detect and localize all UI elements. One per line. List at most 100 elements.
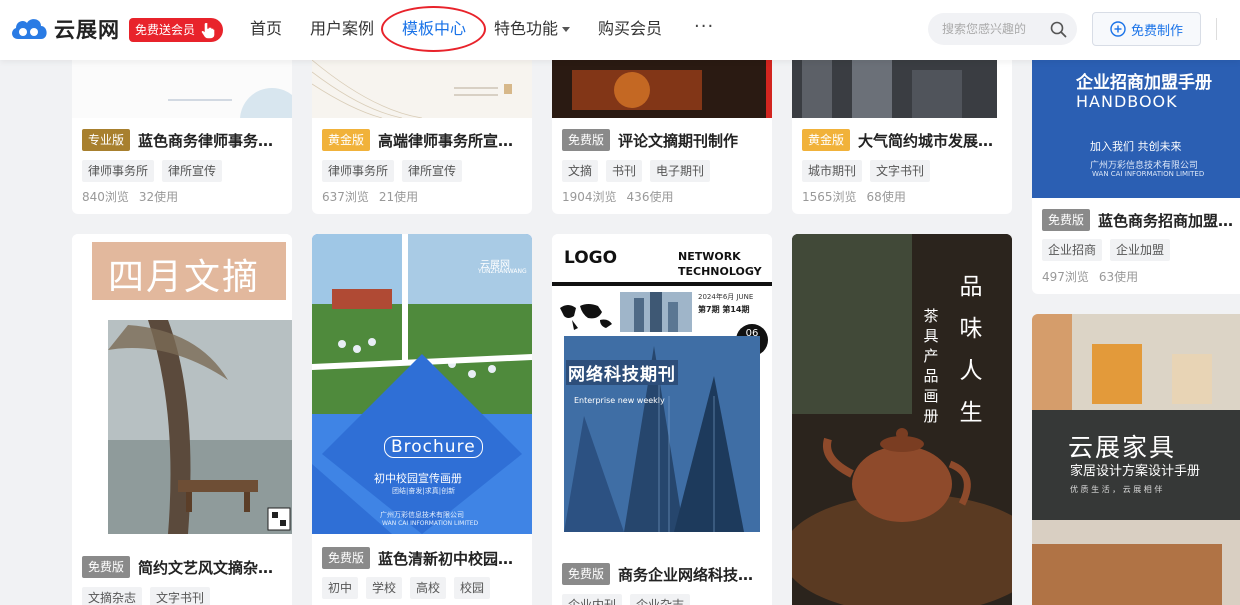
cloud-logo-icon <box>12 19 47 39</box>
search-icon[interactable] <box>1050 21 1067 38</box>
card-title[interactable]: 蓝色清新初中校园… <box>378 548 513 569</box>
search-input[interactable] <box>942 20 1046 38</box>
nav-buy-membership[interactable]: 购买会员 <box>598 18 662 40</box>
template-card[interactable]: 专业版 蓝色商务律师事务… 律师事务所 律所宣传 840浏览 32使用 <box>72 40 292 214</box>
tag[interactable]: 律所宣传 <box>402 160 463 182</box>
nav-home[interactable]: 首页 <box>250 18 282 40</box>
plus-circle-icon <box>1110 21 1126 37</box>
version-badge: 黄金版 <box>322 129 371 151</box>
tag[interactable]: 企业杂志 <box>630 594 691 605</box>
template-card[interactable]: 黄金版 高端律师事务所宣… 律师事务所 律所宣传 637浏览 21使用 <box>312 40 532 214</box>
version-badge: 黄金版 <box>802 129 851 151</box>
cover-logo-text: LOGO <box>564 248 618 268</box>
card-title[interactable]: 大气简约城市发展… <box>858 130 993 151</box>
cover-rule <box>552 282 772 286</box>
cover-slogan: 加入我们 共创未来 <box>1090 140 1182 153</box>
template-thumbnail: 云展网 YUNZHANWANG Brochure 初中校园宣传画册 团结|奋发|… <box>312 234 532 534</box>
template-card[interactable]: 四月文摘 免费版 简约文艺风文摘杂… 文摘杂志 文字书刊 <box>72 234 292 605</box>
cover-title: 云展家具 <box>1068 433 1177 462</box>
cover-company-en: WAN CAI INFORMATION LIMITED <box>382 520 479 527</box>
template-card[interactable]: 云展网 YUNZHANWANG Brochure 初中校园宣传画册 团结|奋发|… <box>312 234 532 605</box>
tag[interactable]: 企业招商 <box>1042 239 1103 261</box>
card-title-row: 黄金版 大气简约城市发展… <box>802 129 1007 151</box>
caret-down-icon <box>562 27 571 32</box>
card-title-row: 免费版 蓝色商务招商加盟… <box>1042 209 1237 231</box>
tag[interactable]: 书刊 <box>606 160 643 182</box>
site-logo[interactable]: 云展网 <box>8 14 120 44</box>
tag-list: 文摘杂志 文字书刊 <box>82 587 218 605</box>
template-card[interactable]: 免费版 评论文摘期刊制作 文摘 书刊 电子期刊 1904浏览 436使用 <box>552 40 772 214</box>
cover-en-subtitle: Enterprise new weekly <box>574 396 665 405</box>
tag[interactable]: 律所宣传 <box>162 160 223 182</box>
card-title-row: 黄金版 高端律师事务所宣… <box>322 129 527 151</box>
world-map-icon <box>560 304 612 330</box>
cover-title: 网络科技期刊 <box>566 360 678 385</box>
card-title[interactable]: 蓝色商务招商加盟… <box>1098 210 1233 231</box>
tag-list: 城市期刊 文字书刊 <box>802 160 938 182</box>
tag[interactable]: 校园 <box>454 577 491 599</box>
use-count: 68使用 <box>866 190 906 204</box>
card-title[interactable]: 商务企业网络科技… <box>618 564 753 585</box>
template-thumbnail: 企业招商加盟手册 HANDBOOK 加入我们 共创未来 广州万彩信息技术有限公司… <box>1032 40 1240 198</box>
template-card[interactable]: 品 味 人 生 茶具产品画册 <box>792 234 1012 605</box>
card-title[interactable]: 蓝色商务律师事务… <box>138 130 273 151</box>
template-card[interactable]: 企业招商加盟手册 HANDBOOK 加入我们 共创未来 广州万彩信息技术有限公司… <box>1032 40 1240 294</box>
cover-motto: 团结|奋发|求真|创新 <box>392 487 456 495</box>
template-card[interactable]: 黄金版 大气简约城市发展… 城市期刊 文字书刊 1565浏览 68使用 <box>792 40 1012 214</box>
version-badge: 专业版 <box>82 129 131 151</box>
cover-slogan: 优 质 生 活 ， 云 展 相 伴 <box>1070 485 1163 494</box>
tag[interactable]: 学校 <box>366 577 403 599</box>
template-card[interactable]: 云展家具 家居设计方案设计手册 优 质 生 活 ， 云 展 相 伴 <box>1032 314 1240 605</box>
cover-date: 2024年6月 JUNE <box>698 293 754 301</box>
create-label: 免费制作 <box>1130 23 1183 39</box>
cover-title: 企业招商加盟手册 <box>1076 73 1212 93</box>
tag[interactable]: 文摘 <box>562 160 599 182</box>
tag-list: 律师事务所 律所宣传 <box>322 160 470 182</box>
tag[interactable]: 企业内刊 <box>562 594 623 605</box>
card-title[interactable]: 高端律师事务所宣… <box>378 130 513 151</box>
tree-lake-photo <box>108 320 292 534</box>
free-create-button[interactable]: 免费制作 <box>1092 12 1201 46</box>
use-count: 32使用 <box>138 190 179 204</box>
tag[interactable]: 初中 <box>322 577 359 599</box>
cover-subtitle: HANDBOOK <box>1076 92 1178 111</box>
cover-title: Brochure <box>384 436 483 458</box>
tag[interactable]: 电子期刊 <box>650 160 711 182</box>
tag[interactable]: 高校 <box>410 577 447 599</box>
card-title[interactable]: 评论文摘期刊制作 <box>618 130 738 151</box>
template-card[interactable]: LOGO NETWORK TECHNOLOGY 2024年6月 JUNE 第7期… <box>552 234 772 605</box>
tag-list: 律师事务所 律所宣传 <box>82 160 230 182</box>
card-title[interactable]: 简约文艺风文摘杂… <box>138 557 273 578</box>
use-count: 436使用 <box>626 190 674 204</box>
nav-features[interactable]: 特色功能 <box>494 18 571 40</box>
free-membership-badge[interactable]: 免费送会员 <box>129 18 224 42</box>
tag-list: 初中 学校 高校 校园 <box>322 577 498 599</box>
cover-brand-en: YUNZHANWANG <box>478 268 527 275</box>
tag[interactable]: 律师事务所 <box>82 160 155 182</box>
version-badge: 免费版 <box>562 563 611 585</box>
view-count: 497浏览 <box>1042 270 1089 284</box>
skyscraper-thumbnail <box>620 292 692 332</box>
cover-subtitle: 家居设计方案设计手册 <box>1070 464 1201 479</box>
card-stats: 840浏览 32使用 <box>82 188 188 205</box>
logo-text: 云展网 <box>54 18 120 42</box>
tag[interactable]: 文摘杂志 <box>82 587 143 605</box>
card-title-row: 免费版 蓝色清新初中校园… <box>322 547 527 569</box>
tag[interactable]: 城市期刊 <box>802 160 863 182</box>
view-count: 1904浏览 <box>562 190 617 204</box>
tag[interactable]: 文字书刊 <box>870 160 931 182</box>
more-icon[interactable]: ··· <box>694 16 714 37</box>
tag-list: 企业招商 企业加盟 <box>1042 239 1178 261</box>
template-thumbnail: LOGO NETWORK TECHNOLOGY 2024年6月 JUNE 第7期… <box>552 234 772 550</box>
nav-user-cases[interactable]: 用户案例 <box>310 18 374 40</box>
tag[interactable]: 企业加盟 <box>1110 239 1171 261</box>
tag[interactable]: 律师事务所 <box>322 160 395 182</box>
version-badge: 免费版 <box>1042 209 1091 231</box>
view-count: 840浏览 <box>82 190 129 204</box>
top-navbar: 云展网 免费送会员 首页 用户案例 模板中心 特色功能 购买会员 ··· 免费制… <box>0 0 1240 60</box>
card-title-row: 免费版 简约文艺风文摘杂… <box>82 556 287 578</box>
cover-network: NETWORK <box>678 250 741 263</box>
tag-list: 文摘 书刊 电子期刊 <box>562 160 718 182</box>
use-count: 21使用 <box>378 190 419 204</box>
tag[interactable]: 文字书刊 <box>150 587 211 605</box>
